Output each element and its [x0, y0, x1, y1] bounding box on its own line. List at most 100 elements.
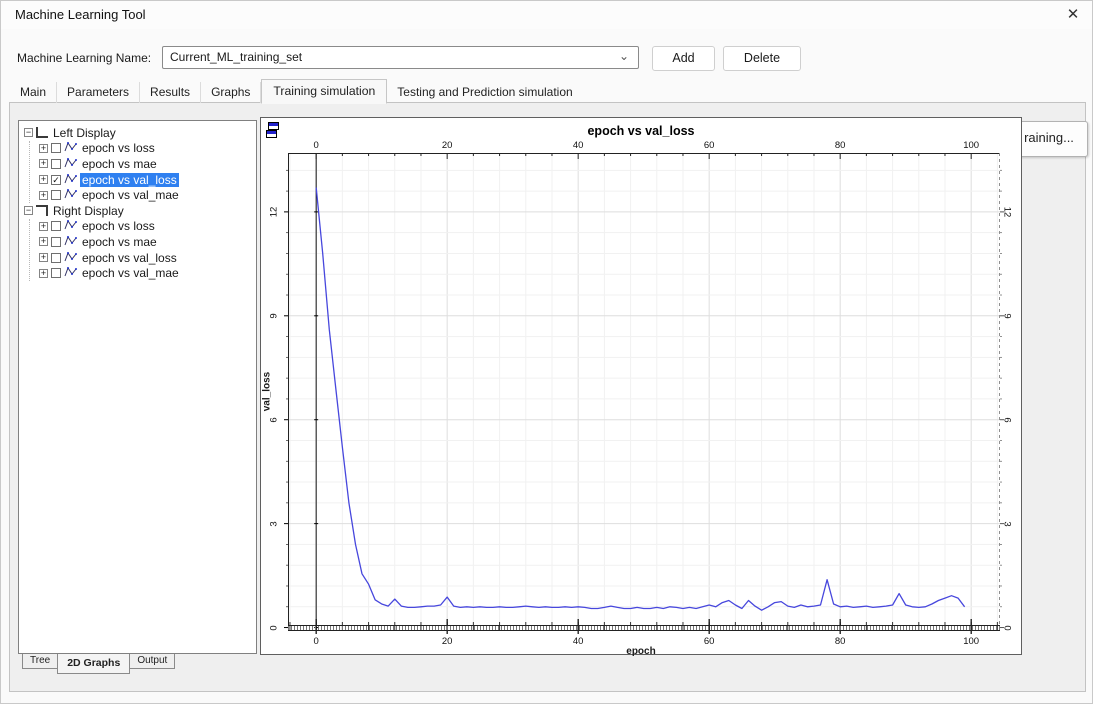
expand-toggle-icon[interactable]: +: [39, 268, 48, 278]
tree-group-row[interactable]: − Left Display: [24, 125, 254, 141]
ml-name-label: Machine Learning Name:: [17, 51, 152, 65]
window-title: Machine Learning Tool: [15, 7, 146, 22]
tree-item-row[interactable]: + epoch vs mae: [39, 156, 254, 172]
expand-toggle-icon[interactable]: +: [39, 253, 48, 263]
plot-icon: [64, 266, 77, 280]
item-checkbox[interactable]: [51, 143, 61, 154]
tree-group-label: Right Display: [53, 203, 124, 218]
x-tick-label-bottom: 60: [703, 636, 715, 647]
x-axis-label: epoch: [626, 646, 656, 657]
item-checkbox[interactable]: [51, 221, 61, 232]
tree-item-label[interactable]: epoch vs val_mae: [80, 266, 181, 280]
expand-toggle-icon[interactable]: +: [39, 175, 48, 185]
x-tick-label-top: 40: [572, 140, 584, 151]
tree-item-label[interactable]: epoch vs loss: [80, 141, 157, 155]
tab-main[interactable]: Main: [10, 82, 58, 103]
collapse-toggle-icon[interactable]: −: [24, 128, 33, 138]
expand-toggle-icon[interactable]: +: [39, 237, 48, 247]
item-checkbox[interactable]: [51, 158, 61, 169]
chevron-down-icon[interactable]: ⌄: [619, 49, 629, 63]
tree-item-label[interactable]: epoch vs val_mae: [80, 188, 181, 202]
tree-item-label[interactable]: epoch vs loss: [80, 219, 157, 233]
chart-panel: epoch vs val_loss epoch val_loss 0 0 20 20 4…: [260, 117, 1022, 657]
collapse-toggle-icon[interactable]: −: [24, 206, 33, 216]
tree-item-row[interactable]: + epoch vs val_mae: [39, 265, 254, 281]
close-icon[interactable]: ✕: [1060, 4, 1086, 26]
x-tick-label-bottom: 80: [834, 636, 846, 647]
y-tick-label-right: 6: [1001, 417, 1013, 423]
y-tick-label-right: 3: [1001, 520, 1013, 527]
y-tick-label-left: 9: [268, 313, 280, 319]
add-button[interactable]: Add: [652, 46, 715, 71]
x-tick-label-top: 0: [313, 140, 319, 151]
x-tick-label-bottom: 0: [313, 636, 319, 647]
tree-item-row[interactable]: + epoch vs loss: [39, 141, 254, 157]
y-tick-label-right: 12: [1001, 206, 1013, 218]
tree-item-label[interactable]: epoch vs val_loss: [80, 172, 179, 187]
plot-icon: [64, 219, 77, 233]
tree-item-row[interactable]: + epoch vs mae: [39, 234, 254, 250]
tree-item-row[interactable]: + epoch vs val_mae: [39, 187, 254, 203]
combo-value: Current_ML_training_set: [170, 50, 303, 64]
y-tick-label-right: 9: [1001, 313, 1013, 319]
plot-icon: [64, 188, 77, 202]
tree-item-label[interactable]: epoch vs mae: [80, 157, 159, 171]
tab-parameters[interactable]: Parameters: [57, 82, 141, 103]
plot-icon: [64, 251, 77, 265]
tab-testing-and-prediction-simulation[interactable]: Testing and Prediction simulation: [387, 82, 582, 103]
x-tick-label-top: 20: [441, 140, 453, 151]
tree-children: + epoch vs loss + epoch vs mae + epoch vs val…: [29, 218, 254, 281]
tab-graphs[interactable]: Graphs: [201, 82, 262, 103]
right-axes-icon: [36, 205, 48, 217]
bottom-tab-2d-graphs[interactable]: 2D Graphs: [57, 654, 131, 674]
x-tick-label-bottom: 40: [572, 636, 584, 647]
machine-learning-tool-window: Machine Learning Tool ✕ Machine Learning…: [0, 0, 1093, 704]
tree-children: + epoch vs loss + epoch vs mae + ✓ epoch vs va…: [29, 140, 254, 203]
y-axis-label: val_loss: [261, 371, 273, 412]
plot-icon: [64, 141, 77, 155]
tree-item-label[interactable]: epoch vs mae: [80, 235, 159, 249]
x-tick-label-top: 60: [703, 140, 715, 151]
expand-toggle-icon[interactable]: +: [39, 221, 48, 231]
title-bar: Machine Learning Tool ✕: [1, 1, 1092, 29]
tree-group-row[interactable]: − Right Display: [24, 203, 254, 219]
expand-toggle-icon[interactable]: +: [39, 143, 48, 153]
expand-toggle-icon[interactable]: +: [39, 159, 48, 169]
display-tree-panel: − Left Display + epoch vs loss + epoch vs mae…: [18, 120, 257, 654]
x-tick-label-top: 100: [963, 140, 980, 151]
x-tick-label-bottom: 100: [963, 636, 980, 647]
bottom-tab-output[interactable]: Output: [129, 654, 176, 669]
ml-name-combobox[interactable]: Current_ML_training_set ⌄: [162, 46, 639, 69]
bottom-tab-tree[interactable]: Tree: [22, 654, 59, 669]
plot-area: [284, 153, 1004, 634]
y-tick-label-left: 3: [268, 520, 280, 527]
tab-results[interactable]: Results: [140, 82, 202, 103]
y-tick-label-left: 12: [268, 206, 280, 218]
x-tick-label-bottom: 20: [441, 636, 453, 647]
item-checkbox[interactable]: [51, 236, 61, 247]
plot-icon: [64, 157, 77, 171]
tree-item-row[interactable]: + epoch vs val_loss: [39, 250, 254, 266]
tree-item-label[interactable]: epoch vs val_loss: [80, 251, 179, 265]
bottom-tab-bar: Tree 2D Graphs Output: [22, 654, 176, 674]
left-axes-icon: [36, 127, 48, 139]
plot-icon: [64, 173, 77, 187]
plot-icon: [64, 235, 77, 249]
item-checkbox[interactable]: [51, 190, 61, 201]
plot-canvas[interactable]: [284, 153, 1004, 634]
tab-training-simulation[interactable]: Training simulation: [261, 79, 388, 104]
delete-button[interactable]: Delete: [723, 46, 801, 71]
y-tick-label-right: 0: [1001, 624, 1013, 631]
expand-toggle-icon[interactable]: +: [39, 190, 48, 200]
tree-group-label: Left Display: [53, 125, 116, 140]
item-checkbox[interactable]: ✓: [51, 174, 61, 185]
tree-item-row[interactable]: + epoch vs loss: [39, 219, 254, 235]
tab-page: − Left Display + epoch vs loss + epoch vs mae…: [9, 102, 1088, 692]
x-tick-label-top: 80: [834, 140, 846, 151]
y-tick-label-left: 6: [268, 417, 280, 423]
y-tick-label-left: 0: [268, 624, 280, 631]
chart-title: epoch vs val_loss: [587, 124, 695, 138]
tree-item-row[interactable]: + ✓ epoch vs val_loss: [39, 172, 254, 188]
item-checkbox[interactable]: [51, 252, 61, 263]
item-checkbox[interactable]: [51, 268, 61, 279]
